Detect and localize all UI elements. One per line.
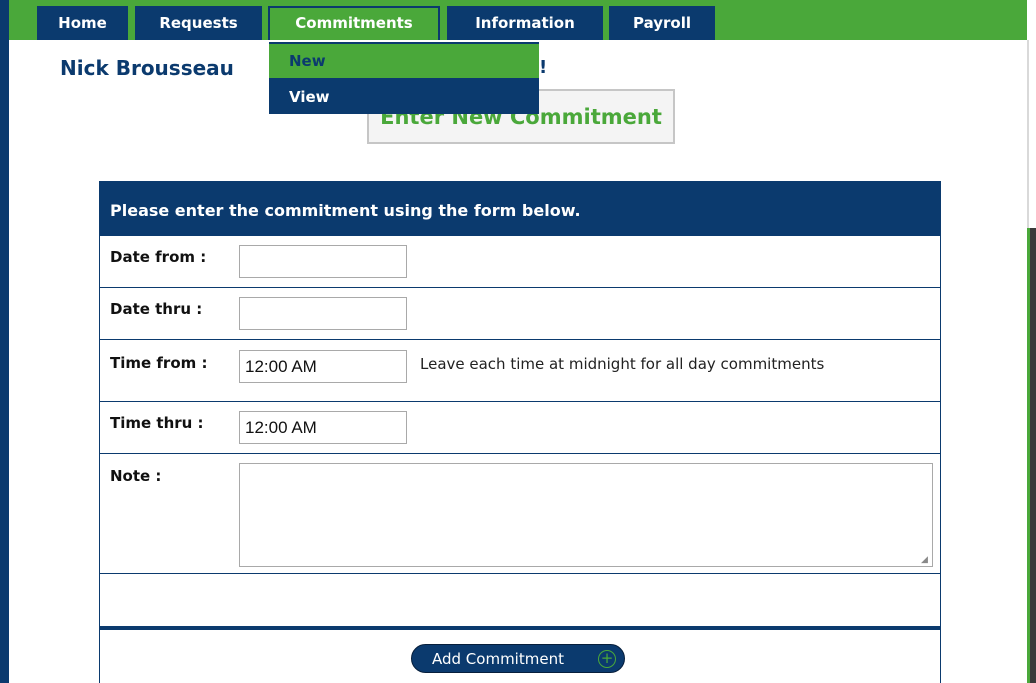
nav-payroll[interactable]: Payroll [609,6,715,40]
time-thru-input[interactable]: 12:00 AM [239,411,407,444]
row-date-from: Date from : [100,235,940,287]
note-textarea[interactable]: ◢ [239,463,933,567]
right-edge [1027,40,1036,228]
row-time-thru: Time thru : 12:00 AM [100,401,940,453]
left-border [0,0,9,683]
form-divider [100,626,940,630]
add-commitment-label: Add Commitment [432,650,564,668]
time-from-input[interactable]: 12:00 AM [239,350,407,383]
dropdown-item-new[interactable]: New [269,44,539,78]
row-spacer [100,573,940,626]
right-edge-panel [1027,228,1036,683]
note-label: Note : [110,467,162,485]
time-from-label: Time from : [110,354,208,372]
date-from-input[interactable] [239,245,407,278]
row-date-thru: Date thru : [100,287,940,339]
dropdown-item-view[interactable]: View [269,80,539,114]
nav-commitments[interactable]: Commitments [268,6,440,40]
plus-circle-icon: + [598,650,616,668]
resize-grip-icon[interactable]: ◢ [921,555,930,564]
row-time-from: Time from : 12:00 AM Leave each time at … [100,339,940,401]
date-thru-label: Date thru : [110,300,203,318]
greeting-tail: ! [539,57,548,78]
date-thru-input[interactable] [239,297,407,330]
time-thru-label: Time thru : [110,414,204,432]
nav-home[interactable]: Home [37,6,128,40]
time-hint: Leave each time at midnight for all day … [420,355,825,373]
row-note: Note : ◢ [100,453,940,573]
commitment-form: Please enter the commitment using the fo… [99,181,941,683]
date-from-label: Date from : [110,248,207,266]
nav-bar: Home Requests Commitments Information Pa… [9,0,1027,40]
user-name: Nick Brousseau [60,56,234,80]
add-commitment-button[interactable]: Add Commitment + [411,644,625,673]
nav-information[interactable]: Information [447,6,603,40]
commitments-dropdown: New View [269,42,539,114]
nav-requests[interactable]: Requests [135,6,262,40]
form-heading: Please enter the commitment using the fo… [100,181,940,235]
